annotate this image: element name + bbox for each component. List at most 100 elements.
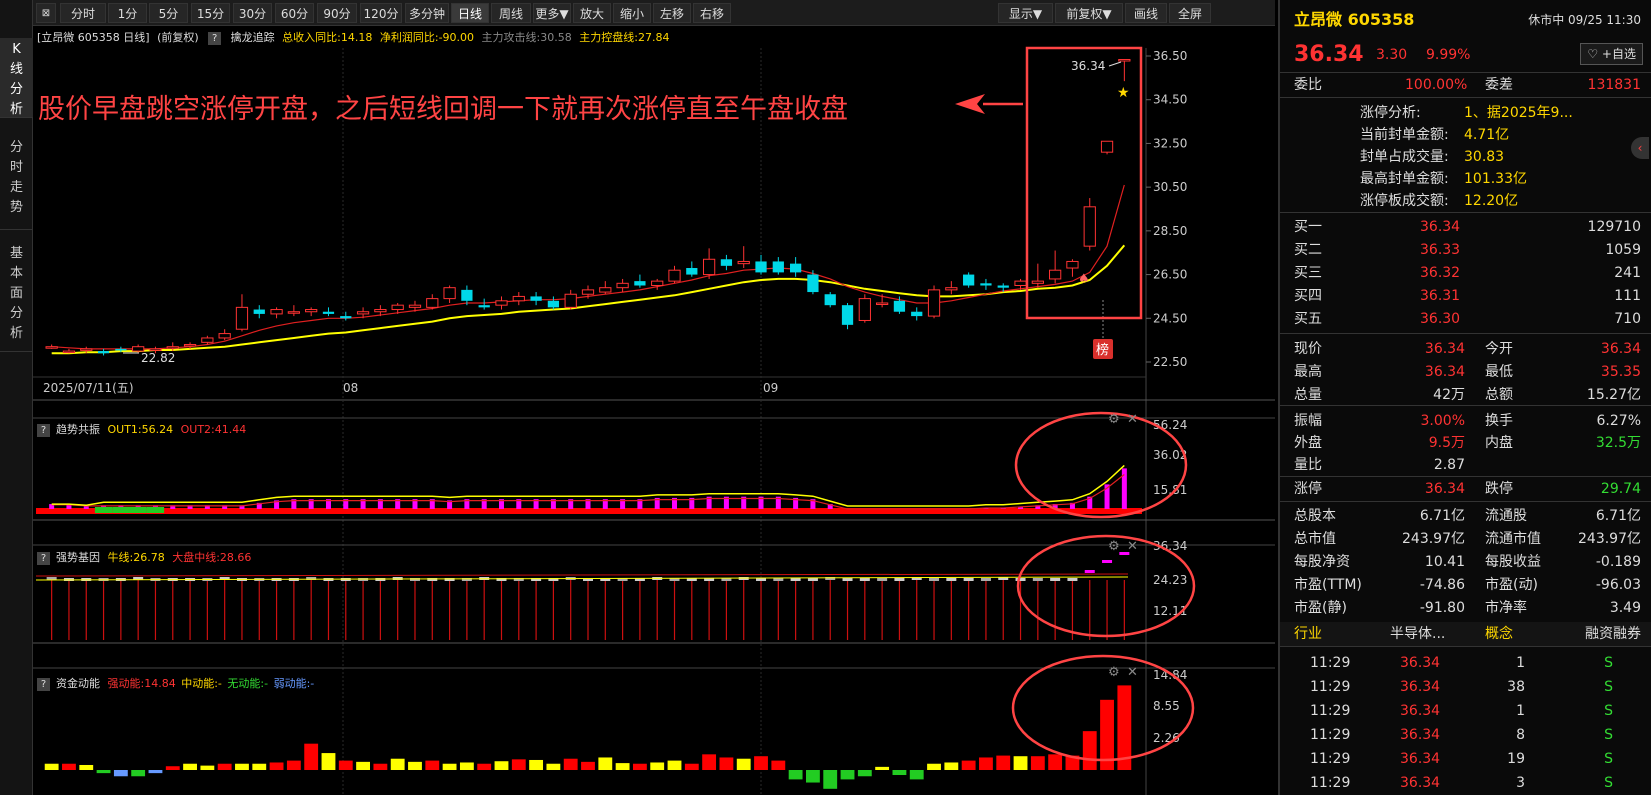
tab-timeshare[interactable]: 分时走势: [0, 120, 33, 230]
stock-header: 立昂微 605358 休市中 09/25 11:30: [1280, 8, 1651, 34]
date-label: 2025/07/11(五): [43, 381, 134, 395]
ind2-red-line: [35, 573, 1129, 577]
stat-value: -0.189: [1595, 554, 1641, 570]
candle: [858, 294, 871, 323]
collapse-arrow-icon[interactable]: ‹: [1631, 137, 1649, 159]
tick-side: S: [1604, 727, 1613, 743]
price-pct: 9.99%: [1426, 47, 1471, 63]
ind3-bar: [615, 763, 630, 770]
ind3-tick: 14.84: [1153, 668, 1187, 682]
date-label: 08: [343, 381, 358, 395]
stat-row: 现价 36.34 今开 36.34: [1280, 337, 1651, 361]
tag-industry[interactable]: 半导体...: [1390, 622, 1445, 646]
weibi-value: 100.00%: [1405, 77, 1468, 93]
stat-label: 市盈(TTM): [1294, 577, 1362, 593]
tick-price: 36.34: [1400, 655, 1441, 671]
tick-price: 36.34: [1400, 727, 1441, 743]
tick-time: 11:29: [1310, 775, 1351, 791]
tick-time: 11:29: [1310, 679, 1351, 695]
ind2-niu: 牛线:26.78: [107, 551, 165, 564]
ind2-bar: [807, 578, 818, 581]
tab-kline[interactable]: K线分析: [0, 38, 33, 118]
ind2-bar: [929, 578, 940, 581]
limit-up-value: 36.34: [1424, 481, 1465, 497]
ind2-tick: 24.23: [1153, 573, 1187, 587]
tag-industry-label: 行业: [1294, 626, 1322, 642]
tag-concept[interactable]: 概念: [1485, 622, 1513, 646]
help-icon[interactable]: ?: [37, 677, 50, 691]
close-icon[interactable]: ✕: [1127, 665, 1138, 680]
tick-time: 11:29: [1310, 655, 1351, 671]
tick-price: 36.34: [1400, 775, 1441, 791]
ind3-bar: [771, 760, 786, 770]
help-icon[interactable]: ?: [37, 551, 50, 565]
stat-label: 每股净资: [1294, 554, 1350, 570]
ind3-tick: 8.55: [1153, 699, 1180, 713]
limit-row: 最高封单金额: 101.33亿: [1280, 167, 1651, 191]
price-tick: 34.50: [1153, 93, 1187, 107]
tick-volume: 19: [1507, 751, 1525, 767]
stat-label: 现价: [1294, 341, 1322, 357]
gear-icon[interactable]: ⚙: [1108, 539, 1120, 554]
stat-value: 6.71亿: [1595, 508, 1641, 524]
limit-val: 4.71亿: [1464, 127, 1510, 143]
tag-margin[interactable]: 融资融券: [1585, 622, 1641, 646]
left-tabs: K线分析 分时走势 基本面分析: [0, 0, 33, 795]
ind2-bar: [1102, 560, 1113, 563]
gear-icon[interactable]: ⚙: [1108, 665, 1120, 680]
bid-label: 买五: [1294, 311, 1322, 327]
ind3-bar: [927, 763, 941, 770]
stat-value: 35.35: [1600, 364, 1641, 380]
tick-row: 11:29 36.34 8 S: [1280, 723, 1651, 747]
limit-row: 封单占成交量: 30.83: [1280, 145, 1651, 169]
ind3-bar: [1013, 756, 1028, 770]
price-change: 3.30: [1376, 47, 1408, 63]
ind2-bar: [1015, 578, 1026, 581]
stat-row: 外盘 9.5万 内盘 32.5万: [1280, 431, 1651, 455]
ind2-title: ? 强势基因 牛线:26.78 大盘中线:28.66: [37, 549, 251, 567]
stat-value: 36.34: [1600, 341, 1641, 357]
rocket-icon: ♠: [1078, 272, 1090, 287]
ind3-bar: [165, 766, 180, 770]
help-icon[interactable]: ?: [37, 423, 50, 437]
close-icon[interactable]: ✕: [1127, 539, 1138, 554]
tick-row: 11:29 36.34 38 S: [1280, 675, 1651, 699]
stat-row: 市盈(TTM) -74.86 市盈(动) -96.03: [1280, 573, 1651, 597]
ind1-name: 趋势共振: [56, 423, 100, 436]
tick-volume: 3: [1516, 775, 1525, 791]
stat-label: 外盘: [1294, 435, 1322, 451]
stock-name: 立昂微 605358: [1294, 10, 1415, 29]
ind1-green-bar: [129, 507, 147, 513]
gear-icon[interactable]: ⚙: [1108, 412, 1120, 427]
ind3-bar: [113, 770, 128, 777]
bid-row: 买四 36.31 111: [1280, 284, 1651, 308]
tick-side: S: [1604, 679, 1613, 695]
add-watchlist-button[interactable]: ♡ +自选: [1580, 43, 1643, 65]
low-price-label: 22.82: [141, 351, 175, 365]
stat-row: 总市值 243.97亿 流通市值 243.97亿: [1280, 527, 1651, 551]
limit-key: 当前封单金额:: [1360, 127, 1449, 143]
close-icon[interactable]: ✕: [1127, 412, 1138, 427]
ind3-bar: [442, 763, 457, 770]
ind2-bar: [894, 578, 905, 581]
ind3-bar: [996, 755, 1011, 770]
tick-side: S: [1604, 703, 1613, 719]
stat-label: 最高: [1294, 364, 1322, 380]
stat-label: 市净率: [1485, 600, 1527, 616]
ind3-bar: [338, 760, 353, 770]
ind3-bar: [217, 763, 232, 770]
tick-row: 11:29 36.34 1 S: [1280, 699, 1651, 723]
tick-side: S: [1604, 751, 1613, 767]
ind3-bar: [909, 770, 924, 780]
ind1-green-bar: [94, 507, 113, 513]
bid-row: 买三 36.32 241: [1280, 261, 1651, 285]
price-tick: 32.50: [1153, 136, 1187, 150]
tab-fundamental[interactable]: 基本面分析: [0, 232, 33, 352]
high-price-label: 36.34: [1071, 59, 1105, 73]
stat-value: 243.97亿: [1402, 531, 1465, 547]
stat-value: 32.5万: [1595, 435, 1641, 451]
limit-val: 101.33亿: [1464, 171, 1527, 187]
tag-row: 行业 半导体... 概念 融资融券: [1280, 622, 1651, 646]
bid-volume: 1059: [1605, 242, 1641, 258]
ind2-bar: [980, 578, 991, 581]
